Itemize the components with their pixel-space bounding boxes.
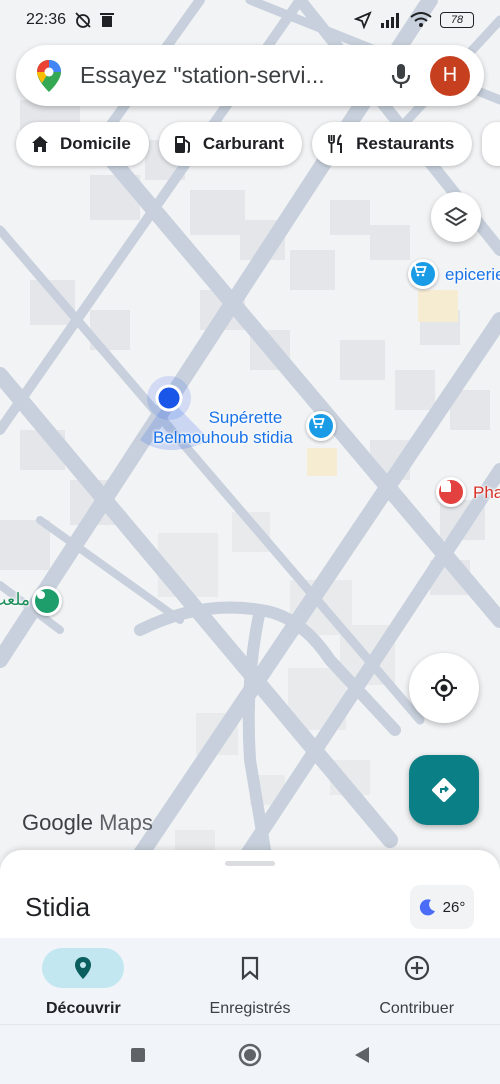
nav-saved-label: Enregistrés: [209, 1000, 291, 1017]
chip-restaurants-label: Restaurants: [356, 134, 455, 153]
bottom-navigation: Découvrir Enregistrés Contribuer: [0, 938, 500, 1024]
bookmark-icon: [241, 956, 259, 980]
back-button[interactable]: [306, 1046, 418, 1064]
temperature: 26°: [442, 898, 466, 916]
weather-badge[interactable]: 26°: [410, 885, 474, 929]
google-maps-logo: Google Maps: [22, 810, 153, 836]
wifi-icon: [410, 12, 432, 27]
home-button[interactable]: [194, 1043, 306, 1067]
nav-explore[interactable]: Découvrir: [0, 938, 167, 1024]
google-logo-text: Google: [22, 810, 93, 835]
search-bar[interactable]: Essayez "station-servi... H: [16, 45, 484, 106]
nav-contribute-pill: [376, 948, 458, 988]
search-input[interactable]: Essayez "station-servi...: [80, 62, 390, 89]
home-icon: [28, 132, 52, 156]
status-time: 22:36: [26, 11, 67, 28]
directions-button[interactable]: [409, 755, 479, 825]
chip-restaurants[interactable]: Restaurants: [312, 122, 473, 166]
poi-epicerie-label[interactable]: epicerie: [445, 265, 500, 285]
moon-icon: [419, 899, 435, 916]
nav-saved[interactable]: Enregistrés: [167, 938, 334, 1024]
location-arrow-icon: [354, 11, 372, 29]
alarm-off-icon: [75, 12, 91, 28]
status-bar: 22:36 78: [0, 0, 500, 40]
my-location-button[interactable]: [409, 653, 479, 723]
nav-contribute-label: Contribuer: [379, 1000, 455, 1017]
nav-explore-label: Découvrir: [45, 1000, 121, 1017]
chip-more[interactable]: [482, 122, 500, 166]
bottom-sheet[interactable]: Stidia 26°: [0, 850, 500, 950]
explore-pin-icon: [75, 957, 92, 979]
trash-icon: [100, 13, 115, 27]
layers-icon: [444, 206, 468, 227]
directions-icon: [432, 778, 456, 802]
nav-saved-pill: [209, 948, 291, 988]
chip-fuel[interactable]: Carburant: [158, 122, 303, 166]
square-icon: [131, 1047, 145, 1062]
poi-pharmacy-pin[interactable]: [436, 477, 466, 507]
shopping-cart-icon: [311, 416, 325, 429]
poi-superette-label[interactable]: Supérette Belmouhoub stidia: [153, 408, 293, 448]
poi-superette-pin[interactable]: [306, 411, 336, 441]
restaurant-icon: [324, 132, 348, 156]
poi-epicerie-pin[interactable]: [408, 259, 438, 289]
place-title: Stidia: [25, 892, 91, 922]
maps-logo-text: Maps: [99, 810, 153, 835]
poi-stadium-pin[interactable]: [32, 586, 62, 616]
chip-fuel-label: Carburant: [202, 134, 285, 153]
pharmacy-icon: [441, 481, 451, 492]
fuel-icon: [171, 132, 195, 156]
battery-indicator: 78: [440, 12, 474, 28]
current-location-dot: [155, 384, 183, 412]
sheet-drag-handle[interactable]: [225, 861, 275, 866]
layers-button[interactable]: [431, 192, 481, 242]
nav-explore-pill: [42, 948, 125, 988]
chip-home[interactable]: Domicile: [16, 122, 149, 166]
place-icon: [37, 591, 45, 599]
microphone-icon[interactable]: [390, 62, 412, 90]
back-triangle-icon: [355, 1046, 369, 1063]
recents-button[interactable]: [82, 1047, 194, 1063]
signal-icon: [381, 13, 399, 28]
crosshair-icon: [431, 675, 457, 701]
circle-icon: [238, 1043, 262, 1066]
poi-superette-line2: Belmouhoub stidia: [153, 428, 293, 447]
poi-pharmacy-label[interactable]: Pha: [473, 483, 500, 503]
category-chips: Domicile Carburant Restaurants: [16, 122, 500, 166]
poi-stadium-label[interactable]: ملعب: [0, 590, 30, 610]
google-maps-app: epicerie Supérette Belmouhoub stidia Pha…: [0, 0, 500, 1084]
add-circle-icon: [404, 955, 429, 981]
google-maps-pin-icon: [37, 59, 61, 92]
poi-superette-line1: Supérette: [208, 408, 283, 427]
shopping-cart-icon: [413, 264, 427, 277]
system-navigation-bar: [0, 1024, 500, 1084]
nav-contribute[interactable]: Contribuer: [333, 938, 500, 1024]
chip-home-label: Domicile: [60, 134, 131, 153]
account-avatar[interactable]: H: [430, 55, 470, 96]
